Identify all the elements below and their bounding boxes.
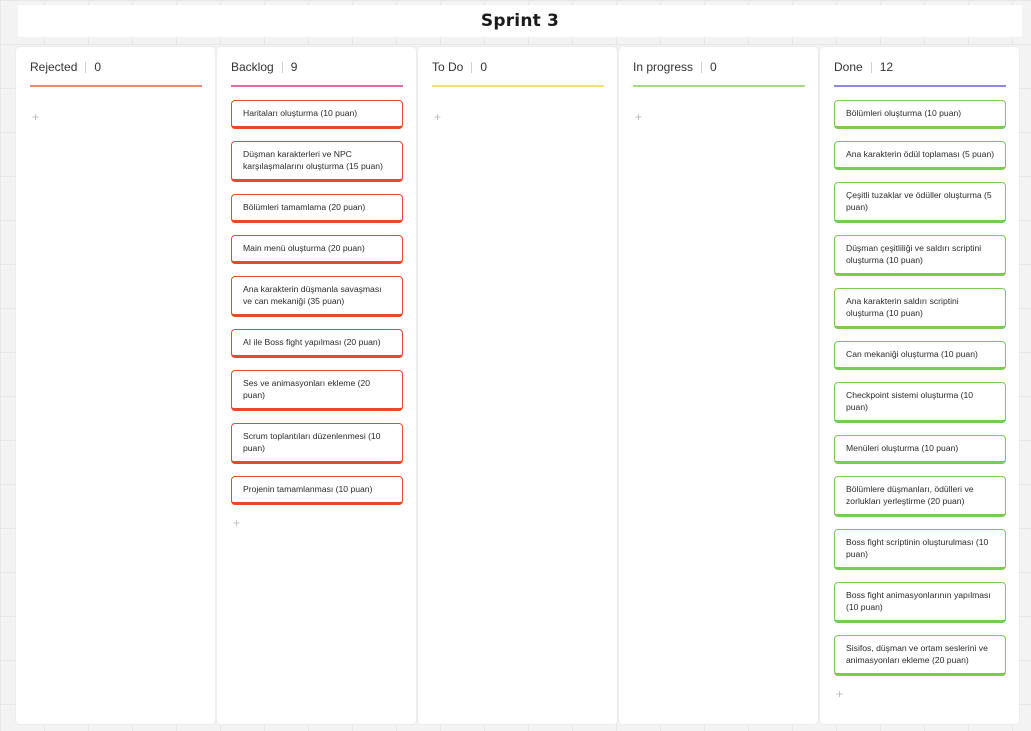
column-header[interactable]: In progress 0 xyxy=(633,60,804,74)
task-card[interactable]: Scrum toplantıları düzenlenmesi (10 puan… xyxy=(231,423,403,464)
task-card[interactable]: Checkpoint sistemi oluşturma (10 puan) xyxy=(834,382,1006,423)
column-color-bar xyxy=(432,85,604,87)
task-card[interactable]: Düşman çeşitliliği ve saldırı scriptini … xyxy=(834,235,1006,276)
column-rejected: Rejected 0 + xyxy=(16,47,215,724)
task-card[interactable]: Bölümleri tamamlama (20 puan) xyxy=(231,194,403,223)
task-card[interactable]: AI ile Boss fight yapılması (20 puan) xyxy=(231,329,403,358)
task-card[interactable]: Boss fight scriptinin oluşturulması (10 … xyxy=(834,529,1006,570)
add-card-icon[interactable]: + xyxy=(834,688,1006,700)
board-title-bar: Sprint 3 xyxy=(18,5,1022,37)
column-header-divider xyxy=(870,61,872,73)
task-card[interactable]: Bölümlere düşmanları, ödülleri ve zorluk… xyxy=(834,476,1006,517)
task-card[interactable]: Menüleri oluşturma (10 puan) xyxy=(834,435,1006,464)
column-color-bar xyxy=(633,85,805,87)
column-color-bar xyxy=(834,85,1006,87)
column-header-divider xyxy=(701,61,703,73)
card-list: Haritaları oluşturma (10 puan) Düşman kar… xyxy=(231,100,403,529)
column-name: Done xyxy=(834,60,863,74)
column-count: 0 xyxy=(94,60,102,74)
column-name: Backlog xyxy=(231,60,274,74)
column-name: In progress xyxy=(633,60,694,74)
task-card[interactable]: Sisifos, düşman ve ortam seslerini ve an… xyxy=(834,635,1006,676)
column-header[interactable]: Rejected 0 xyxy=(30,60,201,74)
task-card[interactable]: Main menü oluşturma (20 puan) xyxy=(231,235,403,264)
task-card[interactable]: Ana karakterin ödül toplaması (5 puan) xyxy=(834,141,1006,170)
column-done: Done 12 Bölümleri oluşturma (10 puan) Ana k… xyxy=(820,47,1019,724)
task-card[interactable]: Çeşitli tuzaklar ve ödüller oluşturma (5… xyxy=(834,182,1006,223)
task-card[interactable]: Projenin tamamlanması (10 puan) xyxy=(231,476,403,505)
column-backlog: Backlog 9 Haritaları oluşturma (10 puan) Dü… xyxy=(217,47,416,724)
add-card-icon[interactable]: + xyxy=(32,110,39,124)
column-header[interactable]: To Do 0 xyxy=(432,60,603,74)
column-count: 9 xyxy=(290,60,298,74)
task-card[interactable]: Bölümleri oluşturma (10 puan) xyxy=(834,100,1006,129)
add-card-icon[interactable]: + xyxy=(231,517,403,529)
column-header-divider xyxy=(281,61,283,73)
board-title[interactable]: Sprint 3 xyxy=(481,11,559,31)
task-card[interactable]: Ana karakterin saldırı scriptini oluştur… xyxy=(834,288,1006,329)
card-list: Bölümleri oluşturma (10 puan) Ana karakte… xyxy=(834,100,1006,700)
column-count: 0 xyxy=(710,60,717,74)
add-card-icon[interactable]: + xyxy=(434,110,441,124)
column-count: 12 xyxy=(879,60,894,74)
task-card[interactable]: Haritaları oluşturma (10 puan) xyxy=(231,100,403,129)
task-card[interactable]: Ses ve animasyonları ekleme (20 puan) xyxy=(231,370,403,411)
column-header[interactable]: Done 12 xyxy=(834,60,1005,74)
column-name: Rejected xyxy=(30,60,78,74)
task-card[interactable]: Can mekaniği oluşturma (10 puan) xyxy=(834,341,1006,370)
column-count: 0 xyxy=(480,60,488,74)
task-card[interactable]: Ana karakterin düşmanla savaşması ve can… xyxy=(231,276,403,317)
column-in-progress: In progress 0 + xyxy=(619,47,818,724)
column-to-do: To Do 0 + xyxy=(418,47,617,724)
column-name: To Do xyxy=(432,60,464,74)
add-card-icon[interactable]: + xyxy=(635,110,642,124)
column-color-bar xyxy=(231,85,403,87)
column-color-bar xyxy=(30,85,202,87)
task-card[interactable]: Düşman karakterleri ve NPC karşılaşmalar… xyxy=(231,141,403,182)
column-header-divider xyxy=(471,61,473,73)
column-header[interactable]: Backlog 9 xyxy=(231,60,402,74)
task-card[interactable]: Boss fight animasyonlarının yapılması (1… xyxy=(834,582,1006,623)
column-header-divider xyxy=(85,61,87,73)
